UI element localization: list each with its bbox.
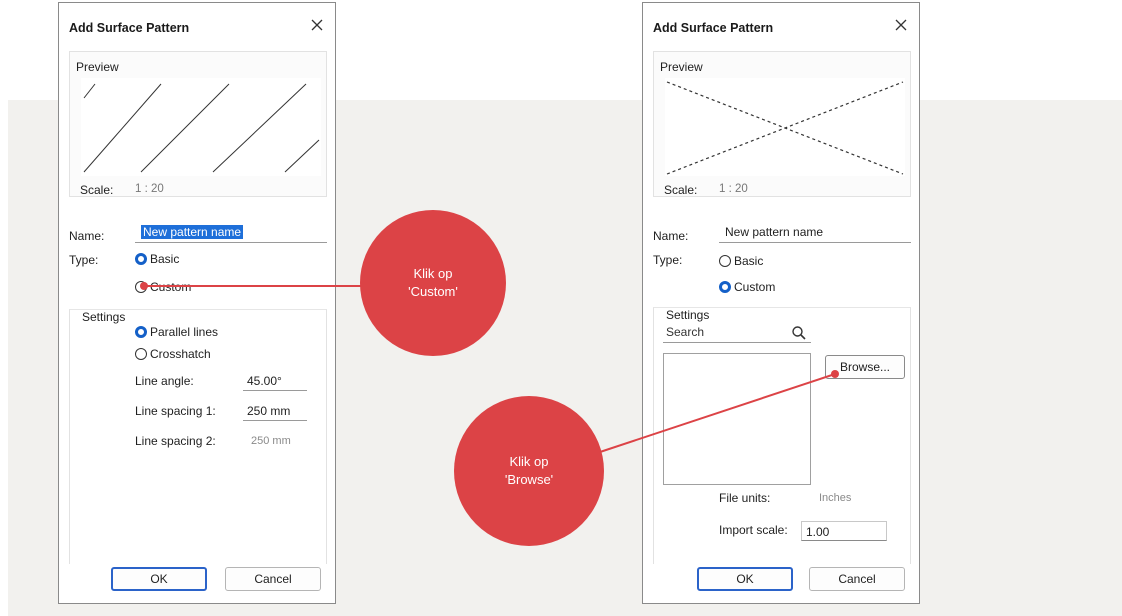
radio-custom[interactable]: Custom: [719, 280, 775, 294]
radio-crosshatch[interactable]: Crosshatch: [135, 347, 211, 361]
preview-label: Preview: [660, 60, 703, 74]
radio-dot: [135, 348, 147, 360]
dialog-title: Add Surface Pattern: [69, 21, 190, 35]
settings-label: Settings: [666, 308, 710, 322]
scale-label: Scale:: [664, 183, 698, 197]
cancel-button[interactable]: Cancel: [225, 567, 321, 591]
search-input[interactable]: Search: [663, 323, 811, 343]
pattern-preview-parallel-lines: [81, 78, 321, 176]
callout-line-1: Klik op: [413, 266, 453, 281]
line-spacing-2-label: Line spacing 2:: [135, 434, 216, 448]
callout-line-2: 'Browse': [504, 472, 554, 487]
radio-label: Custom: [150, 280, 192, 294]
type-label: Type:: [69, 253, 99, 267]
name-input[interactable]: New pattern name: [719, 223, 911, 243]
cancel-button[interactable]: Cancel: [809, 567, 905, 591]
scale-label: Scale:: [80, 183, 114, 197]
line-spacing-1-input[interactable]: 250 mm: [243, 401, 307, 421]
radio-custom[interactable]: Custom: [135, 280, 191, 294]
line-spacing-2-value-disabled: 250 mm: [251, 435, 291, 447]
callout-line-1: Klik op: [509, 454, 549, 469]
radio-dot: [719, 281, 731, 293]
close-icon[interactable]: [893, 17, 909, 33]
settings-label: Settings: [82, 310, 126, 324]
ok-button[interactable]: OK: [697, 567, 793, 591]
radio-label: Crosshatch: [150, 347, 211, 361]
file-units-value: Inches: [819, 492, 852, 504]
radio-dot: [719, 255, 731, 267]
name-input-value: New pattern name: [141, 225, 244, 239]
name-label: Name:: [69, 229, 105, 243]
name-label: Name:: [653, 229, 689, 243]
scale-value: 1 : 20: [135, 183, 164, 195]
preview-group: Preview: [69, 51, 327, 197]
pattern-preview-crosshatch: [665, 78, 905, 176]
preview-group: Preview: [653, 51, 911, 197]
radio-dot: [135, 253, 147, 265]
line-angle-input[interactable]: 45.00°: [243, 371, 307, 391]
radio-dot: [135, 281, 147, 293]
callout-browse: Klik op 'Browse': [454, 396, 604, 546]
browse-button[interactable]: Browse...: [825, 355, 905, 379]
radio-label: Basic: [734, 254, 764, 268]
add-surface-pattern-dialog-basic: Add Surface Pattern Preview Scale: 1 : 2…: [58, 2, 336, 604]
radio-basic[interactable]: Basic: [135, 252, 179, 266]
dialog-title: Add Surface Pattern: [653, 21, 774, 35]
add-surface-pattern-dialog-custom: Add Surface Pattern Preview Scale: 1 : 2…: [642, 2, 920, 604]
radio-label: Basic: [150, 252, 180, 266]
preview-label: Preview: [76, 60, 119, 74]
radio-dot: [135, 326, 147, 338]
ok-button[interactable]: OK: [111, 567, 207, 591]
search-icon[interactable]: [791, 325, 807, 341]
close-icon[interactable]: [309, 17, 325, 33]
radio-label: Custom: [734, 280, 776, 294]
line-spacing-1-label: Line spacing 1:: [135, 404, 216, 418]
scale-value: 1 : 20: [719, 183, 748, 195]
type-label: Type:: [653, 253, 683, 267]
radio-parallel-lines[interactable]: Parallel lines: [135, 325, 218, 339]
callout-custom: Klik op 'Custom': [360, 210, 506, 356]
name-input[interactable]: New pattern name: [135, 223, 327, 243]
callout-line-2: 'Custom': [408, 284, 458, 299]
file-units-label: File units:: [719, 491, 771, 505]
radio-label: Parallel lines: [150, 325, 219, 339]
import-scale-input[interactable]: 1.00: [801, 521, 887, 541]
pattern-file-list[interactable]: [663, 353, 811, 485]
line-angle-label: Line angle:: [135, 374, 194, 388]
radio-basic[interactable]: Basic: [719, 254, 763, 268]
import-scale-label: Import scale:: [719, 523, 788, 537]
